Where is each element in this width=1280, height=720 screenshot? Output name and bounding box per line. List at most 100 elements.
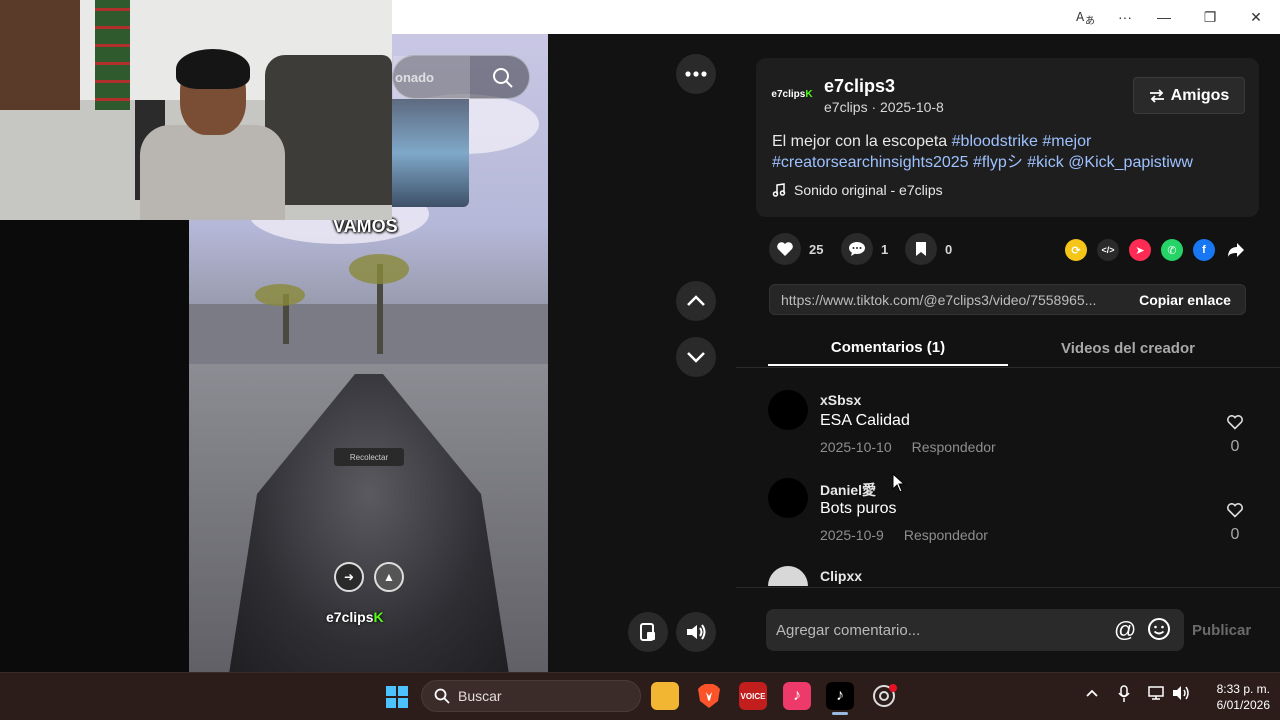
- clock-date: 6/01/2026: [1216, 698, 1270, 712]
- avatar[interactable]: [768, 478, 808, 518]
- heart-outline-icon[interactable]: [1224, 414, 1246, 435]
- send-icon[interactable]: ➤: [1129, 239, 1151, 261]
- heart-outline-icon[interactable]: [1224, 502, 1246, 523]
- share-link-box: https://www.tiktok.com/@e7clips3/video/7…: [769, 284, 1246, 315]
- video-search-pill[interactable]: onado: [392, 55, 530, 100]
- tray-chevron-up-icon[interactable]: [1085, 685, 1099, 701]
- like-action[interactable]: 25: [769, 233, 823, 265]
- like-count: 25: [809, 241, 824, 257]
- creator-avatar[interactable]: e7clips K: [770, 78, 814, 110]
- hashtag[interactable]: #flypシ: [973, 154, 1023, 171]
- search-icon: [434, 688, 450, 704]
- svg-text:A: A: [1076, 10, 1085, 24]
- comment-username[interactable]: Daniel愛: [820, 480, 876, 500]
- volume-icon: [687, 624, 706, 640]
- comment-action[interactable]: 1: [841, 233, 888, 265]
- more-options-button[interactable]: [676, 54, 716, 94]
- whatsapp-icon[interactable]: ✆: [1161, 239, 1183, 261]
- mouse-cursor-icon: [892, 473, 906, 493]
- tiktok-studio-icon[interactable]: ♪: [783, 682, 811, 710]
- comment-meta: 2025-10-10 Respondedor: [820, 439, 996, 455]
- system-clock[interactable]: 8:33 p. m. 6/01/2026: [1196, 681, 1270, 713]
- swap-icon: [1149, 88, 1164, 103]
- sound-link[interactable]: Sonido original - e7clips: [772, 182, 943, 198]
- webcam-overlay: [0, 0, 392, 220]
- comment-date: 2025-10-9: [820, 527, 884, 543]
- chatgpt-icon[interactable]: [870, 682, 898, 710]
- person-hair: [176, 49, 250, 89]
- clock-time: 8:33 p. m.: [1216, 682, 1270, 696]
- mention[interactable]: @Kick_papistiww: [1068, 154, 1193, 171]
- close-button[interactable]: ✕: [1234, 0, 1278, 34]
- comment-count: 1: [881, 241, 889, 257]
- restore-button[interactable]: ❐: [1188, 0, 1232, 34]
- share-arrow-icon[interactable]: [1225, 239, 1247, 261]
- webcam-person: [140, 49, 285, 220]
- next-video-button[interactable]: [676, 337, 716, 377]
- speaker-icon[interactable]: [1172, 685, 1190, 704]
- comment-username[interactable]: xSbsx: [820, 392, 861, 408]
- tiktok-icon[interactable]: ♪: [826, 682, 854, 710]
- comment-username[interactable]: Clipxx: [820, 568, 862, 584]
- person-body: [140, 125, 285, 220]
- music-note-icon: [772, 183, 786, 197]
- brave-browser-icon[interactable]: [695, 682, 723, 710]
- video-description: El mejor con la escopeta #bloodstrike #m…: [772, 131, 1242, 173]
- windows-start-icon[interactable]: [385, 685, 409, 714]
- watermark-text: e7clips: [326, 609, 374, 625]
- save-action[interactable]: 0: [905, 233, 952, 265]
- comment-list: xSbsx ESA Calidad 2025-10-10 Respondedor…: [736, 370, 1280, 586]
- previous-video-button[interactable]: [676, 281, 716, 321]
- minimize-button[interactable]: —: [1142, 0, 1186, 34]
- tab-creator-videos[interactable]: Videos del creador: [1008, 330, 1248, 366]
- game-hud-icons: ➜ ▲: [334, 562, 404, 592]
- facebook-icon[interactable]: f: [1193, 239, 1215, 261]
- palm-leaves: [349, 254, 409, 284]
- more-options-icon[interactable]: ···: [1103, 0, 1147, 34]
- bookmark-icon[interactable]: [905, 233, 937, 265]
- translate-icon[interactable]: Aあ: [1064, 0, 1108, 34]
- avatar[interactable]: [768, 390, 808, 430]
- reply-button[interactable]: Respondedor: [912, 439, 996, 455]
- comment-text: ESA Calidad: [820, 412, 910, 429]
- hashtag[interactable]: #kick: [1027, 154, 1063, 171]
- copy-link-button[interactable]: Copiar enlace: [1124, 285, 1246, 314]
- search-icon[interactable]: [492, 67, 514, 94]
- pip-icon: [640, 623, 655, 641]
- reply-button[interactable]: Respondedor: [904, 527, 988, 543]
- hashtag[interactable]: #creatorsearchinsights2025: [772, 154, 969, 171]
- taskbar-search[interactable]: Buscar: [421, 680, 641, 712]
- comment-date: 2025-10-10: [820, 439, 892, 455]
- share-link-url[interactable]: https://www.tiktok.com/@e7clips3/video/7…: [770, 292, 1120, 308]
- embed-code-icon[interactable]: </>: [1097, 239, 1119, 261]
- friends-label: Amigos: [1170, 86, 1230, 104]
- active-app-indicator: [832, 712, 848, 715]
- volume-button[interactable]: [676, 612, 716, 652]
- voicemod-icon[interactable]: VOICE: [739, 682, 767, 710]
- file-explorer-icon[interactable]: [651, 682, 679, 710]
- creator-logo-text: e7clips: [771, 88, 806, 100]
- creator-nickname-date: e7clips · 2025-10-8: [824, 99, 944, 115]
- chevron-up-icon: [687, 295, 705, 306]
- creator-username[interactable]: e7clips3: [824, 76, 895, 97]
- mention-icon[interactable]: @: [1114, 617, 1136, 643]
- friends-button[interactable]: Amigos: [1133, 77, 1245, 114]
- emoji-icon[interactable]: [1147, 617, 1171, 646]
- taskbar-search-label: Buscar: [458, 688, 502, 704]
- comment-meta: 2025-10-9 Respondedor: [820, 527, 988, 543]
- picture-in-picture-button[interactable]: [628, 612, 668, 652]
- heart-icon[interactable]: [769, 233, 801, 265]
- repost-icon[interactable]: ⟳: [1065, 239, 1087, 261]
- publish-button[interactable]: Publicar: [1192, 622, 1251, 639]
- video-search-text: onado: [395, 70, 434, 85]
- dots-icon: [685, 71, 707, 77]
- hashtag[interactable]: #bloodstrike: [952, 133, 1038, 150]
- save-count: 0: [945, 241, 953, 257]
- microphone-icon[interactable]: [1117, 685, 1131, 706]
- tab-comments[interactable]: Comentarios (1): [768, 330, 1008, 366]
- network-icon[interactable]: [1147, 685, 1165, 704]
- tab-bar: Comentarios (1) Videos del creador: [736, 330, 1280, 368]
- avatar[interactable]: [768, 566, 808, 586]
- hashtag[interactable]: #mejor: [1042, 133, 1091, 150]
- comment-bubble-icon[interactable]: [841, 233, 873, 265]
